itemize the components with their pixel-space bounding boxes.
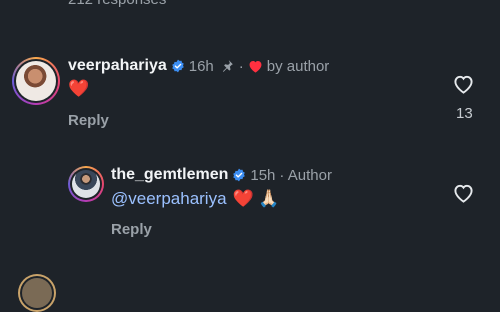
pin-icon — [222, 60, 233, 72]
comment-time: 16h — [188, 57, 214, 75]
separator-dot: · — [238, 57, 244, 75]
avatar-image — [16, 61, 56, 101]
comment-text: ❤️ — [68, 79, 90, 98]
verified-badge-icon — [171, 59, 184, 73]
author-label: · Author — [279, 166, 332, 184]
like-heart-icon[interactable] — [452, 182, 475, 203]
responses-count[interactable]: 212 responses — [68, 0, 166, 8]
reply-text: @veerpahariya ❤️ 🙏🏻 — [111, 189, 280, 209]
liked-by-author-heart-icon — [249, 61, 262, 73]
by-author-label: by author — [266, 57, 330, 75]
avatar-the-gemtlemen[interactable] — [68, 166, 104, 202]
avatar-next-comment[interactable] — [18, 274, 56, 312]
username[interactable]: the_gemtlemen — [111, 166, 228, 184]
avatar-veerpahariya[interactable] — [12, 57, 60, 105]
mention-link[interactable]: @veerpahariya — [111, 189, 227, 209]
like-count: 13 — [456, 105, 473, 122]
like-heart-icon[interactable] — [452, 73, 475, 94]
reply-emojis: ❤️ 🙏🏻 — [232, 189, 280, 208]
avatar-image — [22, 278, 52, 308]
reply-button[interactable]: Reply — [111, 221, 152, 238]
comment-header: veerpahariya 16h · by author — [68, 57, 329, 75]
reply-time: 15h — [250, 166, 276, 184]
reply-button[interactable]: Reply — [68, 112, 109, 129]
avatar-image — [72, 170, 100, 198]
verified-badge-icon — [233, 168, 246, 182]
reply-header: the_gemtlemen 15h · Author — [111, 166, 332, 184]
username[interactable]: veerpahariya — [68, 57, 167, 75]
